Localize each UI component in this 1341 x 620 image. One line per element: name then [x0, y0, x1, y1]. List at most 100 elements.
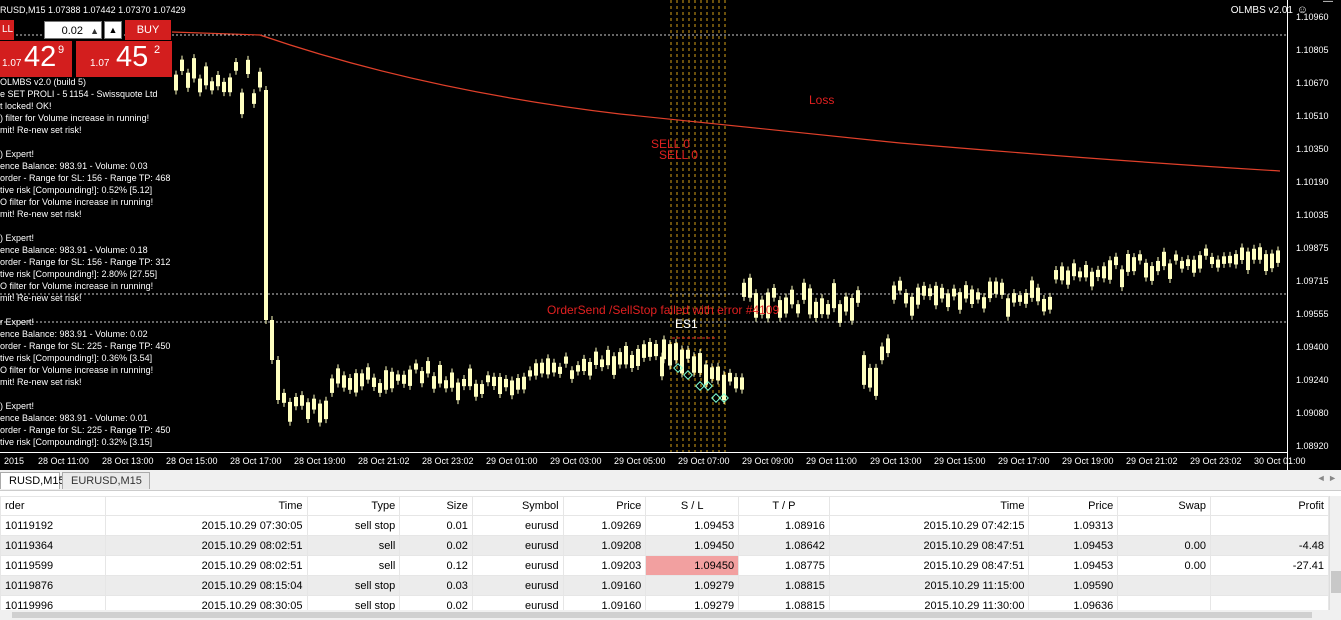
cell-order: 10119876: [0, 575, 106, 596]
table-row[interactable]: 10119599 2015.10.29 08:02:51 sell 0.12 eurus…: [0, 555, 1330, 576]
cell-size: 0.03: [399, 575, 473, 596]
price-tick-label: 1.10960: [1296, 12, 1329, 22]
candle-body: [838, 304, 842, 323]
buy-button[interactable]: BUY: [125, 20, 171, 40]
candle-body: [276, 360, 280, 400]
col-time[interactable]: Time: [104, 496, 308, 516]
lot-size-field[interactable]: 0.02 ▲: [44, 21, 102, 39]
log-line: O filter for Volume increase in running!: [0, 365, 154, 375]
horizontal-scroll-thumb[interactable]: [12, 612, 1312, 618]
cell-order: 10119599: [0, 555, 106, 576]
candle-body: [916, 287, 920, 305]
candle-body: [722, 374, 726, 401]
candle-body: [952, 288, 956, 297]
price-chart[interactable]: RUSD,M15 1.07388 1.07442 1.07370 1.07429…: [0, 0, 1341, 470]
lot-size-value: 0.02: [61, 25, 83, 37]
time-tick-label: 28 Oct 11:00: [38, 456, 89, 466]
col-close-time[interactable]: Time: [828, 496, 1030, 516]
log-line: e SET PROLI - 5 1154 - Swissquote Ltd: [0, 89, 158, 99]
candle-body: [1132, 257, 1136, 272]
log-line: t locked! OK!: [0, 101, 52, 111]
tab-eurusd-m15[interactable]: EURUSD,M15: [62, 472, 150, 489]
col-type[interactable]: Type: [306, 496, 401, 516]
sell-price-box[interactable]: 1.07 42 9: [0, 41, 72, 77]
table-row[interactable]: 10119876 2015.10.29 08:15:04 sell stop 0.03…: [0, 575, 1330, 596]
candle-body: [252, 93, 256, 104]
vertical-scroll-thumb[interactable]: [1331, 571, 1341, 593]
time-tick-label: 29 Oct 05:00: [614, 456, 666, 466]
candle-body: [674, 343, 678, 361]
time-tick-label: 28 Oct 23:02: [422, 456, 474, 466]
candle-body: [594, 351, 598, 365]
col-tp[interactable]: T / P: [738, 496, 830, 516]
col-sl[interactable]: S / L: [645, 496, 740, 516]
candle-body: [342, 375, 346, 388]
table-horizontal-scrollbar[interactable]: [0, 610, 1341, 620]
trade-marker-icon: [683, 370, 693, 380]
table-row[interactable]: 10119364 2015.10.29 08:02:51 sell 0.02 eurus…: [0, 535, 1330, 556]
price-tick-label: 1.09240: [1296, 375, 1329, 385]
col-order[interactable]: rder: [0, 496, 106, 516]
candle-body: [1258, 247, 1262, 260]
candle-body: [988, 281, 992, 299]
tab-scroll-arrows-icon[interactable]: ◄ ►: [1317, 473, 1337, 483]
candle-body: [1192, 259, 1196, 273]
col-profit[interactable]: Profit: [1209, 496, 1330, 516]
log-line: O filter for Volume increase in running!: [0, 281, 154, 291]
candle-body: [528, 370, 532, 377]
log-line: tive risk [Compounding!]: 0.52% [5.12]: [0, 185, 153, 195]
candle-body: [958, 292, 962, 310]
candle-body: [1156, 260, 1160, 272]
one-click-trading-panel[interactable]: LL 0.02 ▲ ▲ BUY 1.07 42 9 1.07 45 2: [0, 20, 172, 78]
candle-body: [1060, 266, 1064, 281]
candle-body: [1006, 298, 1010, 317]
col-size[interactable]: Size: [399, 496, 473, 516]
candle-body: [636, 348, 640, 366]
candle-body: [504, 378, 508, 388]
candle-body: [282, 392, 286, 403]
price-tick-label: 1.09400: [1296, 342, 1329, 352]
candle-body: [874, 367, 878, 396]
candle-body: [1264, 254, 1268, 272]
candle-body: [982, 297, 986, 309]
cell-symbol: eurusd: [471, 575, 564, 596]
col-price[interactable]: Price: [562, 496, 647, 516]
cell-type: sell: [306, 555, 401, 576]
cell-type: sell stop: [306, 515, 401, 536]
sell-button[interactable]: LL: [0, 20, 14, 40]
candle-body: [826, 304, 830, 315]
log-line: mit! Re-new set risk!: [0, 125, 82, 135]
es1-label: ES1: [675, 317, 698, 331]
candle-body: [922, 285, 926, 296]
price-tick-label: 1.10350: [1296, 144, 1329, 154]
cell-time: 2015.10.29 07:30:05: [104, 515, 308, 536]
col-close-price[interactable]: Price: [1028, 496, 1119, 516]
log-line: tive risk [Compounding!]: 0.36% [3.54]: [0, 353, 153, 363]
table-row[interactable]: 10119192 2015.10.29 07:30:05 sell stop 0.01…: [0, 515, 1330, 536]
price-tick-label: 1.10670: [1296, 78, 1329, 88]
price-tick-label: 1.09715: [1296, 276, 1329, 286]
table-vertical-scrollbar[interactable]: [1329, 496, 1341, 610]
candle-body: [486, 375, 490, 383]
col-swap[interactable]: Swap: [1117, 496, 1211, 516]
candle-body: [1216, 259, 1220, 268]
time-tick-label: 29 Oct 01:00: [486, 456, 538, 466]
cell-symbol: eurusd: [471, 535, 564, 556]
time-tick-label: 2015: [4, 456, 25, 466]
cell-profit: [1209, 575, 1330, 596]
candle-body: [976, 292, 980, 300]
lot-stepper-up-icon[interactable]: ▲: [90, 22, 99, 40]
chart-canvas[interactable]: [0, 0, 1287, 452]
tab-rusd-m15[interactable]: RUSD,M15: [0, 472, 65, 489]
candle-body: [1090, 271, 1094, 287]
log-line: mit! Re-new set risk!: [0, 293, 82, 303]
buy-price-box[interactable]: 1.07 45 2: [76, 41, 172, 77]
candle-body: [216, 74, 220, 87]
col-symbol[interactable]: Symbol: [471, 496, 564, 516]
lot-stepper-down-icon[interactable]: ▲: [104, 21, 122, 39]
candle-body: [1012, 293, 1016, 303]
cell-tp: 1.08815: [738, 575, 830, 596]
